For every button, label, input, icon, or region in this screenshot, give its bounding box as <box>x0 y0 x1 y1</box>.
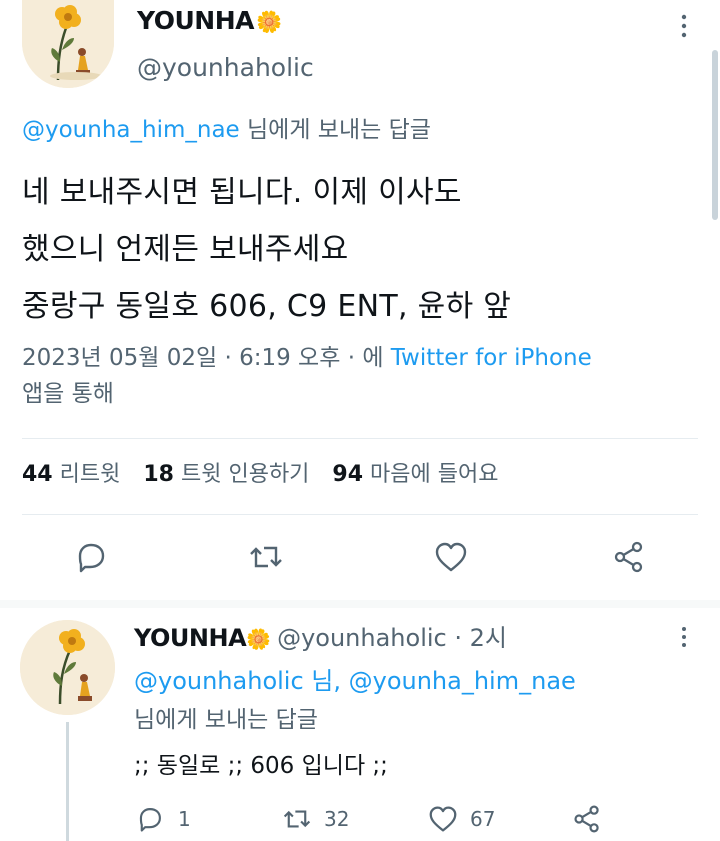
more-vertical-icon[interactable] <box>675 626 693 648</box>
tweet-text-line: 중랑구 동일호 606, C9 ENT, 윤하 앞 <box>22 289 512 324</box>
reply-header: YOUNHA🌼 @younhaholic · 2시 <box>134 622 507 655</box>
retweet-icon[interactable] <box>248 540 284 574</box>
flower-emoji-icon: 🌼 <box>246 627 272 651</box>
reply-count: 1 <box>178 807 191 831</box>
display-name[interactable]: YOUNHA🌼 <box>137 6 282 37</box>
avatar[interactable] <box>22 0 114 88</box>
user-handle[interactable]: @younhaholic <box>137 52 314 84</box>
avatar-flower-icon <box>22 0 114 88</box>
reply-retweet-button[interactable]: 32 <box>282 804 349 834</box>
thread-line <box>66 722 69 841</box>
replying-to: @younha_him_nae 님에게 보내는 답글 <box>22 117 431 143</box>
timestamp[interactable]: 2023년 05월 02일 · 6:19 오후 · 에 <box>22 345 383 371</box>
retweet-count: 32 <box>324 807 350 831</box>
source-app-link[interactable]: Twitter for iPhone <box>391 345 592 371</box>
divider <box>22 514 698 515</box>
tweet-text-line: 했으니 언제든 보내주세요 <box>22 232 349 267</box>
likes-stat[interactable]: 94 마음에 들어요 <box>332 462 498 487</box>
scrollbar[interactable] <box>712 50 718 220</box>
reply-icon[interactable] <box>74 540 108 574</box>
avatar-flower-icon <box>20 620 115 715</box>
tweet-stats: 44 리트윗 18 트윗 인용하기 94 마음에 들어요 <box>22 459 498 491</box>
reply-icon <box>136 805 164 833</box>
tweet-text-line: 네 보내주시면 됩니다. 이제 이사도 <box>22 175 462 210</box>
like-icon[interactable] <box>434 541 468 573</box>
source-suffix: 앱을 통해 <box>22 381 114 407</box>
display-name[interactable]: YOUNHA <box>134 624 247 652</box>
more-vertical-icon[interactable] <box>674 14 694 38</box>
share-icon[interactable] <box>612 540 646 574</box>
reply-to-mention[interactable]: @younha_him_nae <box>22 117 240 143</box>
divider <box>22 438 698 439</box>
like-icon <box>428 805 458 833</box>
reply-label: 님에게 보내는 답글 <box>134 707 318 733</box>
quotes-stat[interactable]: 18 트윗 인용하기 <box>143 462 309 487</box>
reply-text: ;; 동일로 ;; 606 입니다 ;; <box>134 753 388 779</box>
like-count: 67 <box>470 807 496 831</box>
flower-emoji-icon: 🌼 <box>255 10 282 34</box>
tweet-text: 네 보내주시면 됩니다. 이제 이사도 했으니 언제든 보내주세요 중랑구 동일… <box>22 164 511 335</box>
reply-like-button[interactable]: 67 <box>428 804 495 834</box>
section-separator <box>0 600 720 608</box>
reply-mentions[interactable]: @younhaholic 님, @younha_him_nae <box>134 664 576 698</box>
handle-time[interactable]: @younhaholic · 2시 <box>277 624 507 652</box>
reply-reply-button[interactable]: 1 <box>136 804 191 834</box>
retweets-stat[interactable]: 44 리트윗 <box>22 462 120 487</box>
tweet-metadata: 2023년 05월 02일 · 6:19 오후 · 에 Twitter for … <box>22 340 702 412</box>
avatar[interactable] <box>20 620 115 715</box>
share-icon[interactable] <box>572 804 602 834</box>
retweet-icon <box>282 805 312 833</box>
